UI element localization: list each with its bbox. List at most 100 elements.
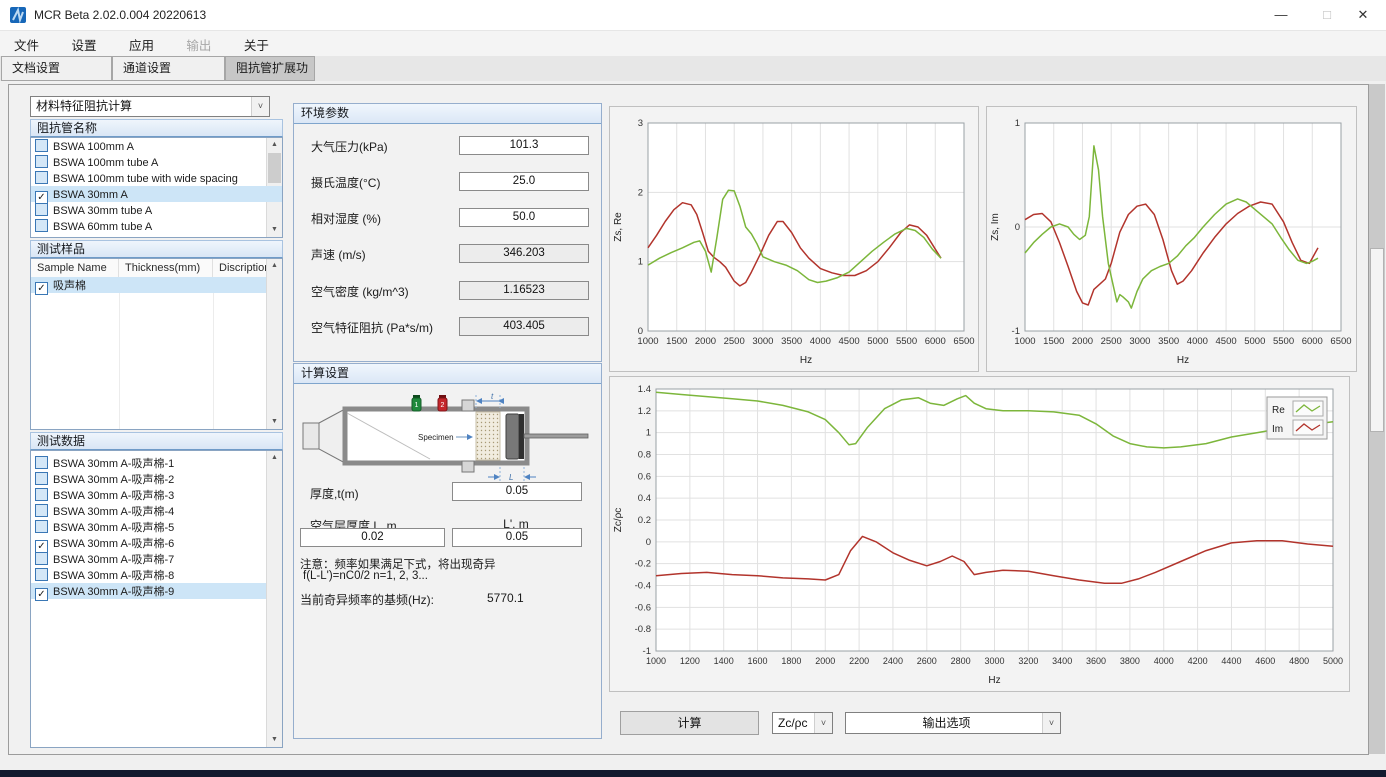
list-item[interactable]: ✓BSWA 30mm A-吸声棉-6 [31,535,267,551]
svg-text:4000: 4000 [1154,656,1174,666]
svg-text:5500: 5500 [1273,336,1294,347]
air-layer-input[interactable]: 0.02 [300,528,445,547]
svg-text:1: 1 [646,428,651,439]
data-list-scrollbar[interactable]: ▲ ▼ [266,451,282,747]
list-item[interactable]: BSWA 100mm tube with wide spacing [31,170,282,186]
svg-text:4500: 4500 [839,336,860,347]
specimen-label: Specimen [418,433,454,442]
window-title: MCR Beta 2.02.0.004 20220613 [34,8,206,22]
data-list: BSWA 30mm A-吸声棉-1BSWA 30mm A-吸声棉-2BSWA 3… [30,450,283,748]
svg-text:1: 1 [1015,118,1020,129]
tab-document-settings[interactable]: 文档设置 [1,56,112,81]
menu-about[interactable]: 关于 [230,31,283,58]
svg-text:5000: 5000 [867,336,888,347]
l-prime-input[interactable]: 0.05 [452,528,582,547]
data-section-header: 测试数据 [30,432,283,450]
checkbox[interactable] [35,504,48,517]
env-field-value[interactable]: 25.0 [459,172,589,191]
list-item[interactable]: BSWA 30mm tube A [31,202,282,218]
sample-row[interactable]: ✓吸声棉 [31,277,267,293]
menu-bar: 文件 设置 应用 输出 关于 [0,31,1386,56]
svg-text:4600: 4600 [1255,656,1275,666]
checkbox[interactable] [35,171,48,184]
unit-select[interactable]: Zc/ρc ˅ [772,712,833,734]
list-item[interactable]: ✓ BSWA 30mm A-吸声棉-9 [31,583,267,599]
svg-text:4200: 4200 [1188,656,1208,666]
checkbox[interactable] [35,568,48,581]
checkbox[interactable] [35,203,48,216]
app-logo-icon [10,7,26,23]
env-field-value[interactable]: 50.0 [459,208,589,227]
svg-text:1600: 1600 [748,656,768,666]
svg-text:1200: 1200 [680,656,700,666]
menu-apply[interactable]: 应用 [115,31,168,58]
list-item[interactable]: BSWA 30mm A-吸声棉-3 [31,487,267,503]
svg-text:-0.6: -0.6 [635,602,651,613]
base-freq-value: 5770.1 [487,591,524,605]
list-item[interactable]: BSWA 30mm A-吸声棉-5 [31,519,267,535]
list-item[interactable]: ✓BSWA 30mm A [31,186,282,202]
svg-text:5000: 5000 [1244,336,1265,347]
list-item[interactable]: BSWA 30mm A-吸声棉-7 [31,551,267,567]
svg-text:1000: 1000 [646,656,666,666]
title-bar: MCR Beta 2.02.0.004 20220613 — □ ✕ [0,0,1386,31]
unit-select-value: Zc/ρc [778,713,814,733]
checkbox[interactable] [35,552,48,565]
env-field-value[interactable]: 101.3 [459,136,589,155]
checkbox[interactable] [35,155,48,168]
checkbox[interactable] [35,219,48,232]
calc-type-select[interactable]: 材料特征阻抗计算 ˅ [30,96,270,117]
checkbox[interactable] [35,456,48,469]
checkbox[interactable] [35,139,48,152]
tab-channel-settings[interactable]: 通道设置 [112,56,225,81]
chevron-down-icon: ˅ [814,713,832,733]
scrollbar-thumb[interactable] [1370,248,1384,432]
menu-file[interactable]: 文件 [0,31,53,58]
svg-text:2400: 2400 [883,656,903,666]
list-item-label: BSWA 30mm A-吸声棉-9 [53,586,174,598]
env-field-value: 346.203 [459,244,589,263]
checkbox[interactable]: ✓ [35,588,48,601]
sample-column-header[interactable]: Discription [213,259,267,277]
tab-impedance-tube-extension[interactable]: 阻抗管扩展功能 [225,56,315,81]
list-item[interactable]: BSWA 100mm tube A [31,154,282,170]
list-item-label: BSWA 30mm tube A [53,205,152,217]
scroll-down-icon[interactable]: ▼ [267,415,282,429]
scroll-up-icon[interactable]: ▲ [267,259,282,273]
checkbox[interactable] [35,520,48,533]
svg-text:-1: -1 [1012,326,1020,337]
impedance-tube-diagram: 1 2 t L Specimen [300,393,592,485]
window-scrollbar[interactable] [1369,84,1385,754]
list-item[interactable]: BSWA 30mm A-吸声棉-4 [31,503,267,519]
chart-zs-re: 1000150020002500300035004000450050005500… [609,106,979,372]
env-field-label: 空气特征阻抗 (Pa*s/m) [311,319,433,336]
svg-text:0.6: 0.6 [638,471,651,482]
minimize-button[interactable]: — [1258,0,1304,30]
sample-column-header[interactable]: Thickness(mm) [119,259,213,277]
svg-text:-0.4: -0.4 [635,581,651,592]
list-item[interactable]: BSWA 100mm A [31,138,282,154]
calculate-button[interactable]: 计算 [620,711,759,735]
env-field-label: 相对湿度 (%) [311,210,381,227]
sample-table-scrollbar[interactable]: ▲ ▼ [266,259,282,429]
svg-text:2: 2 [638,187,643,198]
thickness-input[interactable]: 0.05 [452,482,582,501]
svg-text:2200: 2200 [849,656,869,666]
checkbox[interactable] [35,488,48,501]
scroll-down-icon[interactable]: ▼ [267,733,282,747]
list-item[interactable]: BSWA 30mm A-吸声棉-2 [31,471,267,487]
checkbox[interactable] [35,472,48,485]
list-item[interactable]: BSWA 60mm tube A [31,218,282,234]
list-item[interactable]: BSWA 30mm A-吸声棉-8 [31,567,267,583]
close-button[interactable]: ✕ [1340,0,1386,30]
menu-settings[interactable]: 设置 [57,31,110,58]
svg-text:Hz: Hz [800,355,812,366]
list-item[interactable]: BSWA 30mm A-吸声棉-1 [31,455,267,471]
sample-column-header[interactable]: Sample Name [31,259,119,277]
output-options-select[interactable]: 输出选项 ˅ [845,712,1061,734]
scroll-up-icon[interactable]: ▲ [267,451,282,465]
svg-text:0.8: 0.8 [638,450,651,461]
L-dim-label: L [509,473,513,482]
checkbox[interactable]: ✓ [35,282,48,295]
sample-section-header: 测试样品 [30,240,283,258]
